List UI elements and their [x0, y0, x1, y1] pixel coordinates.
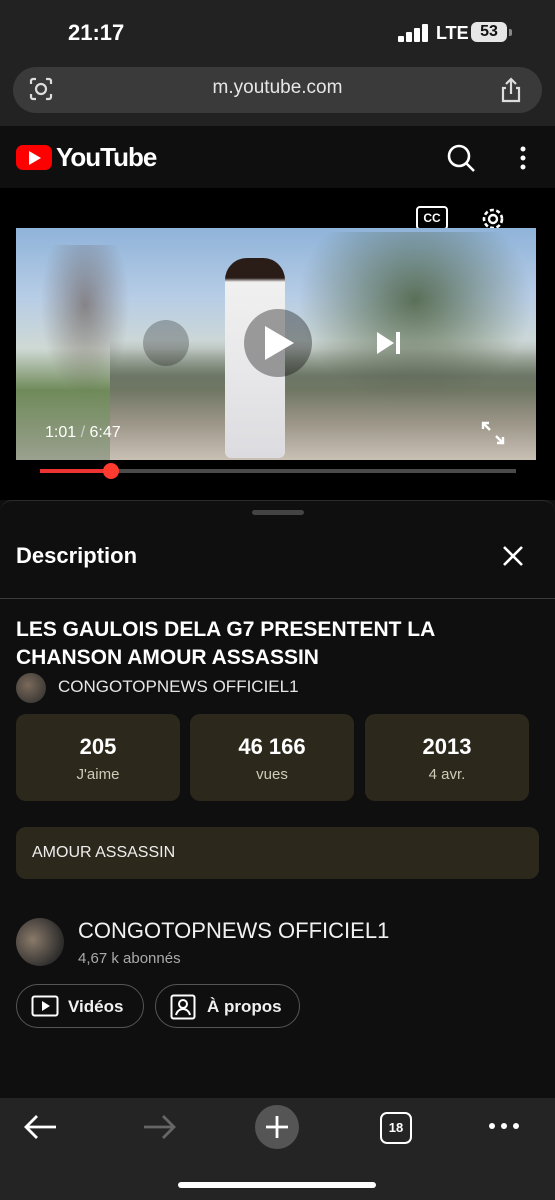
- views-stat: 46 166 vues: [190, 714, 354, 801]
- next-icon[interactable]: [376, 331, 402, 355]
- network-label: LTE: [436, 23, 469, 43]
- play-icon: [265, 326, 294, 360]
- more-icon[interactable]: [518, 145, 528, 171]
- video-title: LES GAULOIS DELA G7 PRESENTENT LA CHANSO…: [16, 618, 435, 669]
- fullscreen-icon[interactable]: [480, 420, 506, 446]
- divider: [0, 598, 555, 599]
- url-text[interactable]: m.youtube.com: [0, 77, 555, 99]
- likes-stat: 205 J'aime: [16, 714, 180, 801]
- signal-icon: [398, 24, 430, 42]
- battery-nub: [509, 29, 512, 36]
- play-box-icon: [31, 995, 59, 1017]
- back-arrow-icon[interactable]: [24, 1113, 58, 1141]
- stat-value: 46 166: [238, 734, 306, 759]
- person-box-icon: [170, 994, 196, 1020]
- stat-label: 4 avr.: [428, 766, 466, 783]
- stat-value: 2013: [422, 734, 472, 759]
- description-text: AMOUR ASSASSIN: [32, 844, 176, 861]
- channel-avatar-small[interactable]: [16, 673, 46, 703]
- channel-name[interactable]: CONGOTOPNEWS OFFICIEL1: [78, 918, 389, 944]
- share-icon[interactable]: [498, 76, 524, 104]
- subscriber-count: 4,67 k abonnés: [78, 950, 181, 967]
- home-indicator: [178, 1182, 376, 1188]
- stat-label: vues: [256, 766, 288, 783]
- close-icon[interactable]: [500, 543, 526, 569]
- battery-icon: 53: [471, 22, 507, 42]
- previous-button[interactable]: [143, 320, 189, 366]
- about-button[interactable]: À propos: [155, 984, 300, 1028]
- videos-label: Vidéos: [68, 997, 124, 1016]
- search-icon[interactable]: [446, 143, 476, 173]
- channel-name-link[interactable]: CONGOTOPNEWS OFFICIEL1: [58, 677, 299, 697]
- forward-arrow-icon: [144, 1115, 176, 1139]
- drag-handle[interactable]: [252, 510, 304, 515]
- more-horizontal-icon[interactable]: [488, 1121, 520, 1131]
- panel-title: Description: [16, 543, 138, 568]
- current-time: 1:01: [45, 424, 77, 441]
- timecode: 1:01 / 6:47: [45, 424, 121, 441]
- videos-button[interactable]: Vidéos: [16, 984, 144, 1028]
- date-stat: 2013 4 avr.: [365, 714, 529, 801]
- youtube-logo-play: [29, 151, 41, 165]
- progress-played: [40, 469, 112, 473]
- plus-icon: [266, 1116, 288, 1138]
- stat-label: J'aime: [76, 766, 120, 783]
- tab-switcher-button[interactable]: 18: [380, 1112, 412, 1144]
- duration: 6:47: [89, 424, 121, 441]
- stat-value: 205: [79, 734, 117, 759]
- youtube-wordmark[interactable]: YouTube: [56, 142, 157, 173]
- captions-button[interactable]: CC: [416, 206, 448, 230]
- about-label: À propos: [207, 997, 282, 1016]
- status-time: 21:17: [68, 20, 125, 45]
- channel-avatar[interactable]: [16, 918, 64, 966]
